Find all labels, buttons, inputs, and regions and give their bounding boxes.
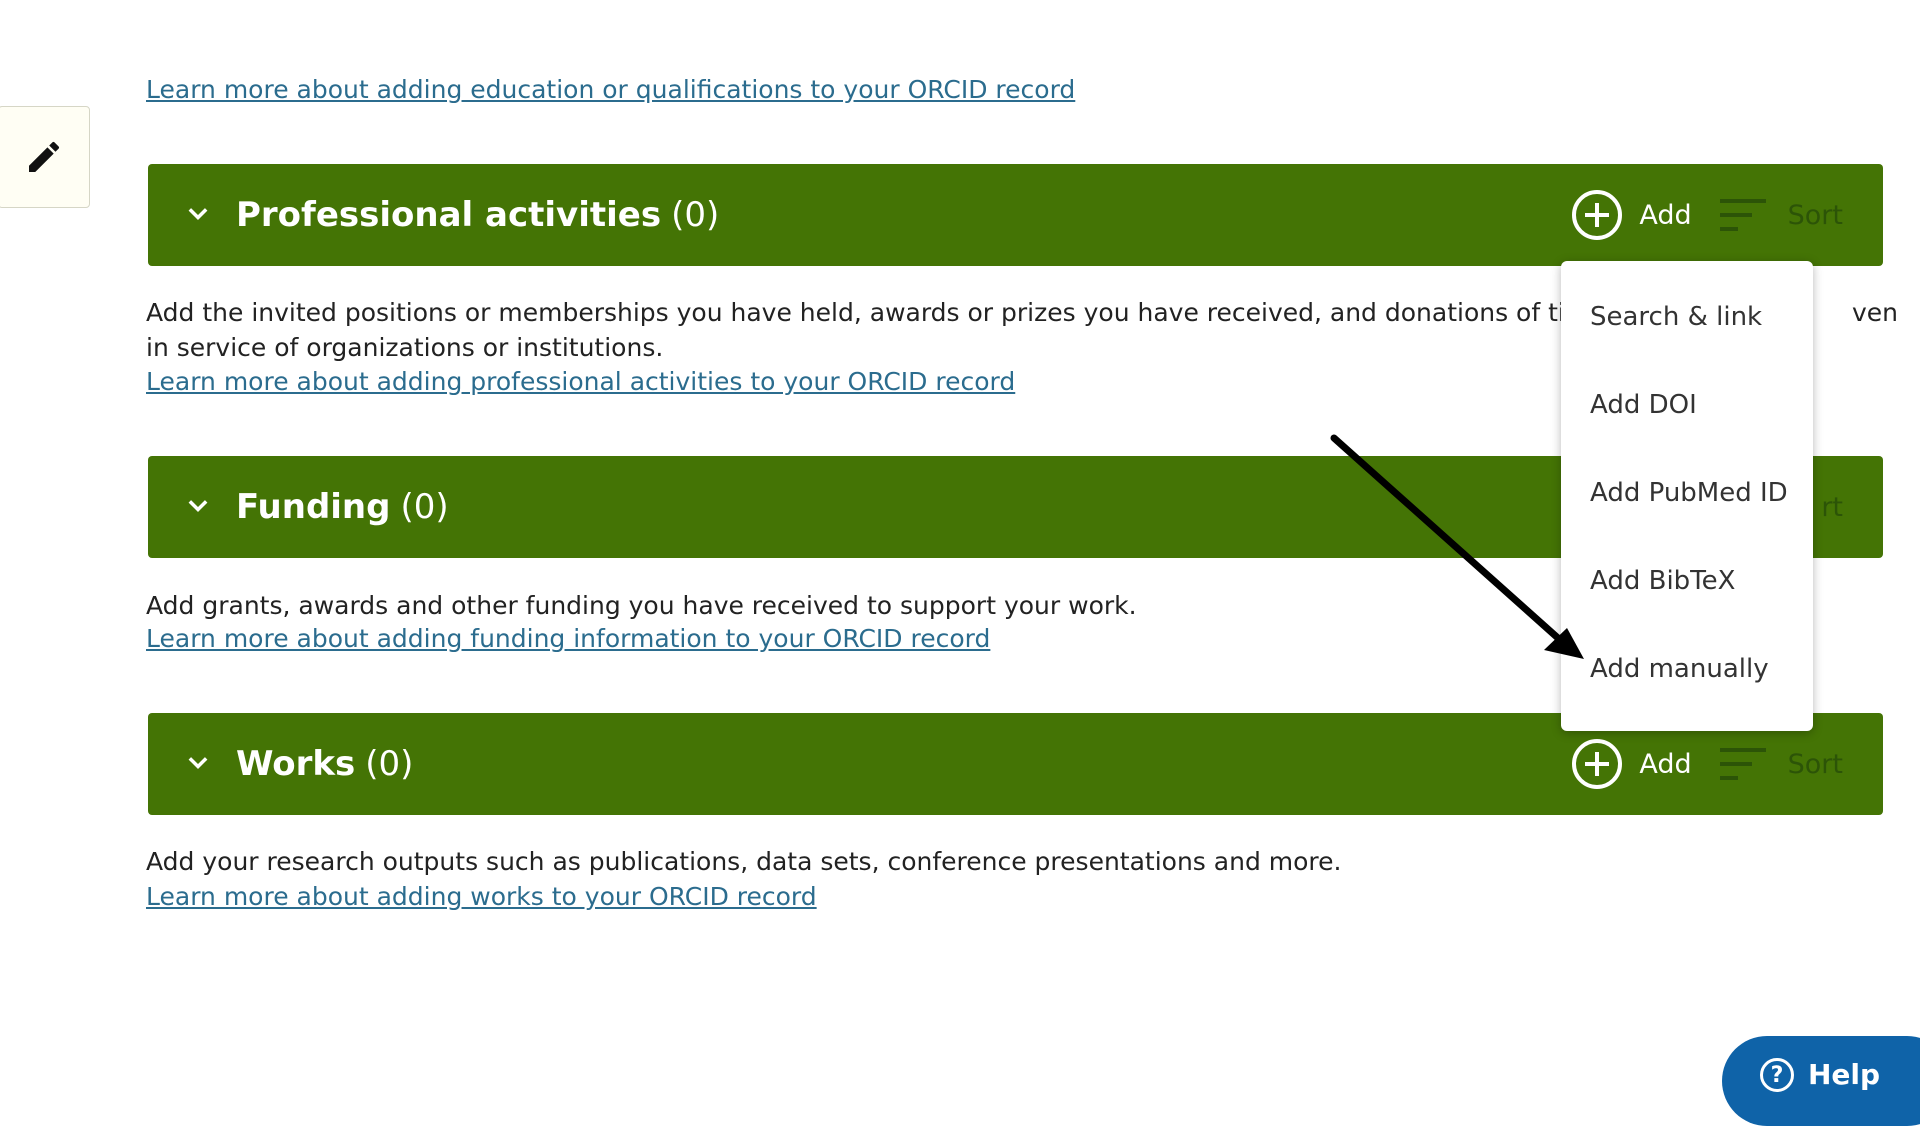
sort-button[interactable]: Sort [1788, 749, 1843, 780]
menu-item-add-bibtex[interactable]: Add BibTeX [1561, 537, 1813, 625]
section-title: Professional activities (0) [236, 195, 720, 235]
section-title: Works (0) [236, 744, 414, 784]
menu-item-search-link[interactable]: Search & link [1561, 273, 1813, 361]
add-dropdown-menu: Search & link Add DOI Add PubMed ID Add … [1561, 261, 1813, 731]
section-title: Funding (0) [236, 487, 449, 527]
menu-item-add-manually[interactable]: Add manually [1561, 625, 1813, 713]
chevron-down-icon[interactable] [184, 492, 212, 520]
pencil-icon [29, 141, 60, 172]
menu-item-add-doi[interactable]: Add DOI [1561, 361, 1813, 449]
sort-lines-icon[interactable] [1718, 746, 1768, 782]
plus-circle-icon[interactable] [1571, 189, 1623, 241]
sort-lines-icon[interactable] [1718, 197, 1768, 233]
add-button[interactable]: Add [1639, 200, 1691, 231]
funding-learn-more-link[interactable]: Learn more about adding funding informat… [146, 622, 990, 656]
works-description: Add your research outputs such as public… [146, 847, 1342, 876]
works-learn-more-link[interactable]: Learn more about adding works to your OR… [146, 880, 817, 914]
menu-item-add-pubmed-id[interactable]: Add PubMed ID [1561, 449, 1813, 537]
professional-activities-header: Professional activities (0) Add Sort [148, 164, 1883, 266]
professional-activities-learn-more-link[interactable]: Learn more about adding professional act… [146, 365, 1015, 399]
question-circle-icon: ? [1760, 1058, 1794, 1092]
help-button[interactable]: ? Help [1722, 1036, 1920, 1126]
chevron-down-icon[interactable] [184, 200, 212, 228]
sort-button[interactable]: Sort [1788, 200, 1843, 231]
help-label: Help [1808, 1058, 1881, 1091]
add-button[interactable]: Add [1639, 749, 1691, 780]
plus-circle-icon[interactable] [1571, 738, 1623, 790]
chevron-down-icon[interactable] [184, 749, 212, 777]
edit-button[interactable] [0, 106, 90, 208]
sort-button[interactable]: rt [1821, 492, 1843, 523]
education-learn-more-link[interactable]: Learn more about adding education or qua… [146, 73, 1075, 107]
